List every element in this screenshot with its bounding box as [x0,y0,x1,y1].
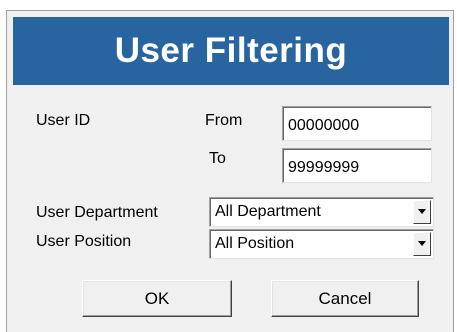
position-dropdown-button[interactable] [413,232,431,256]
triangle-down-icon [418,241,426,246]
position-select[interactable]: All Position [209,229,434,259]
user-id-from-input[interactable]: 00000000 [282,106,432,141]
user-id-label: User ID [36,112,91,129]
to-label: To [209,150,226,167]
ok-button[interactable]: OK [82,280,232,317]
department-dropdown-button[interactable] [413,200,431,224]
from-label: From [205,112,243,129]
user-id-to-input[interactable]: 99999999 [282,148,432,183]
position-selected-value: All Position [215,235,295,252]
dialog-title: User Filtering [114,31,348,70]
department-select[interactable]: All Department [209,197,434,227]
triangle-down-icon [418,209,426,214]
cancel-button[interactable]: Cancel [271,280,419,317]
user-position-label: User Position [36,233,132,250]
user-department-label: User Department [36,204,158,221]
department-selected-value: All Department [215,203,321,220]
title-banner: User Filtering [13,17,449,85]
